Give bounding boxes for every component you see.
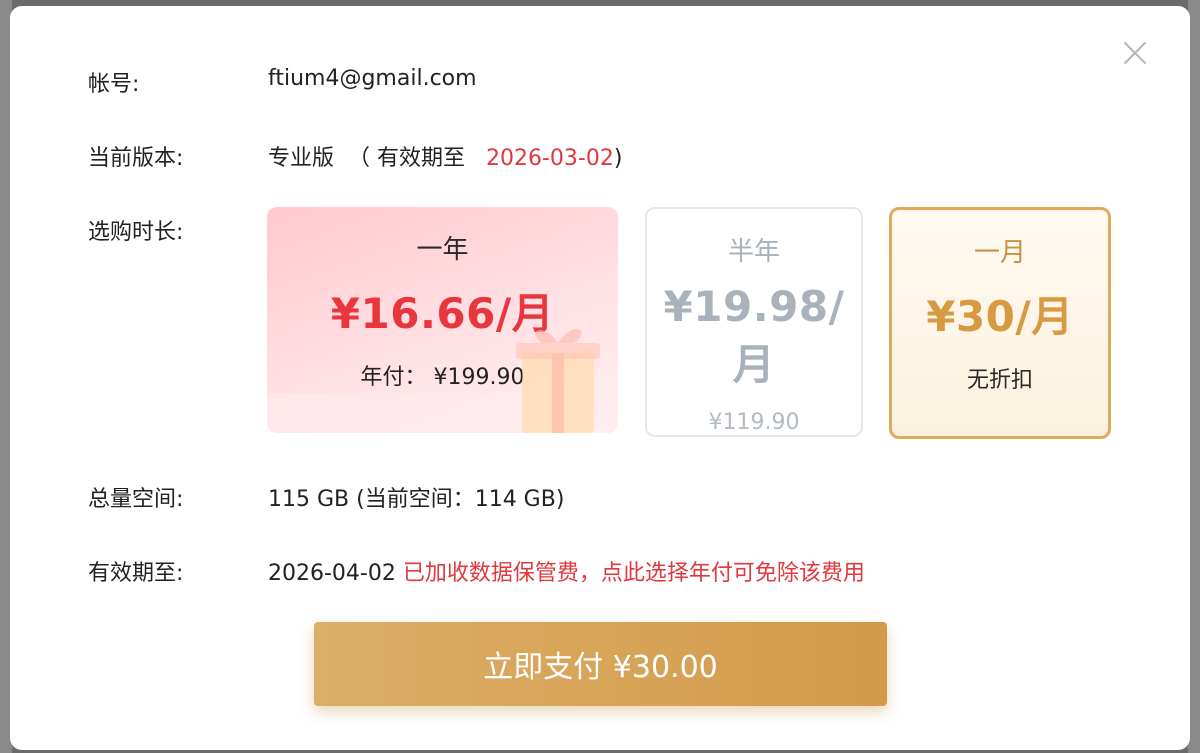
current-version-value: 专业版 （ 有效期至 2026-03-02) [268,140,622,172]
valid-until-label: 有效期至: [88,561,184,586]
storage-value: 115 GB (当前空间：114 GB) [268,487,565,512]
plan-subtext: ¥119.90 [708,410,800,435]
valid-until-date: 2026-04-02 [268,561,396,586]
plan-title: 一年 [416,235,469,265]
plan-card-one-year[interactable]: 一年 ¥16.66/月 年付： ¥199.90 [267,207,618,433]
close-icon[interactable] [1122,40,1148,66]
expiry-suffix: ) [613,146,623,171]
plan-card-half-year[interactable]: 半年 ¥19.98/月 ¥119.90 [645,207,863,437]
purchase-dialog: 帐号: ftium4@gmail.com 当前版本: 专业版 （ 有效期至 20… [10,6,1190,750]
valid-until-value: 2026-04-02 已加收数据保管费，点此选择年付可免除该费用 [268,555,865,587]
plan-card-one-month[interactable]: 一月 ¥30/月 无折扣 [889,207,1111,439]
plan-price: ¥30/月 [926,292,1074,341]
expiry-prefix: （ 有效期至 [348,146,466,171]
edition-name: 专业版 [268,146,335,171]
current-expiry-date: 2026-03-02 [486,146,614,171]
plan-price: ¥19.98/月 [663,282,845,389]
storage-label: 总量空间: [88,487,184,512]
plan-title: 一月 [973,238,1026,268]
pay-now-button[interactable]: 立即支付 ¥30.00 [314,622,887,706]
account-value: ftium4@gmail.com [268,66,477,91]
current-version-label: 当前版本: [88,146,184,171]
account-label: 帐号: [88,72,140,97]
plan-title: 半年 [727,237,780,267]
duration-label: 选购时长: [88,220,184,245]
yearly-payment-notice-link[interactable]: 已加收数据保管费，点此选择年付可免除该费用 [403,561,865,586]
gift-icon [516,329,600,433]
plan-subtext: 无折扣 [966,368,1033,393]
